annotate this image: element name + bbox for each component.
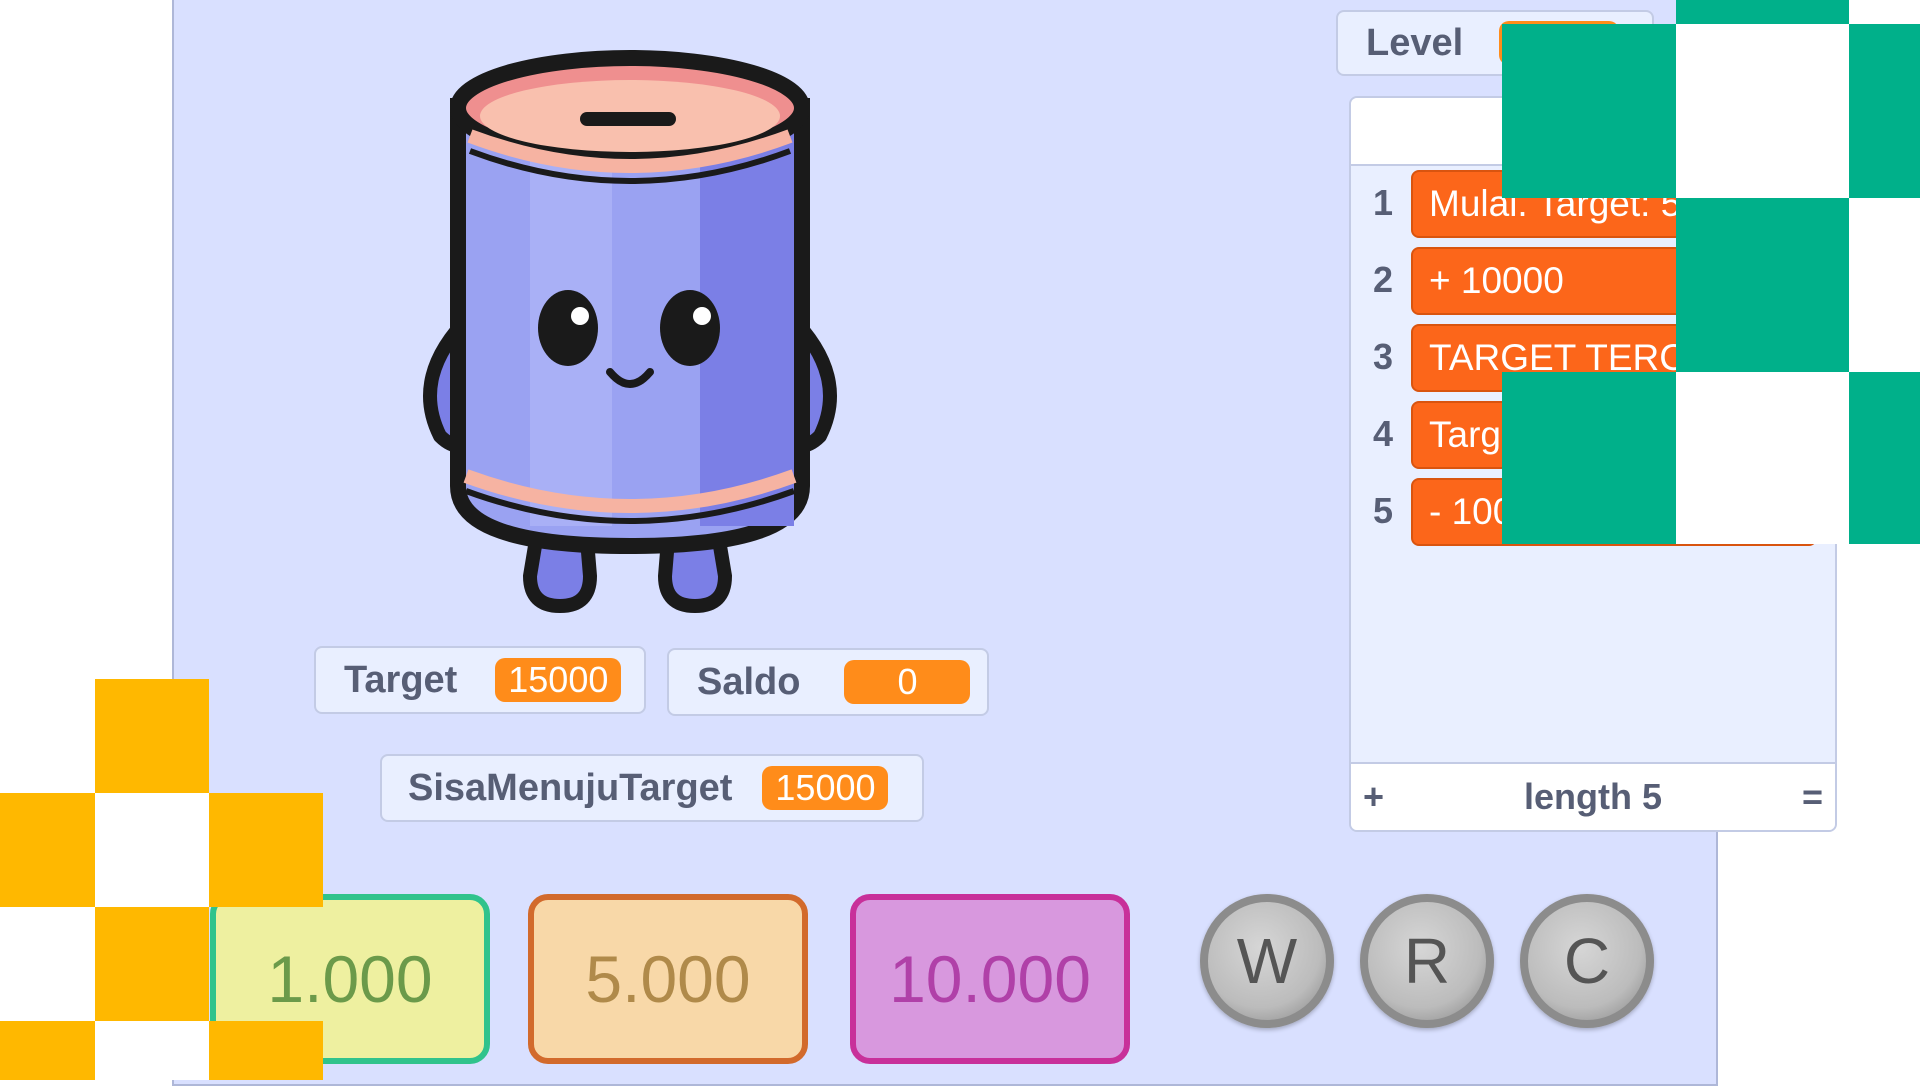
list-item-index: 1 bbox=[1372, 182, 1394, 223]
list-item[interactable]: 4 Target baru: 15 bbox=[1351, 399, 1835, 469]
level-value bbox=[1499, 21, 1620, 65]
w-button-label: W bbox=[1236, 925, 1298, 997]
piggy-bank-sprite[interactable] bbox=[400, 36, 860, 616]
level-monitor[interactable]: Level bbox=[1336, 10, 1654, 76]
saldo-monitor[interactable]: Saldo 0 bbox=[667, 648, 989, 716]
list-item-index: 2 bbox=[1372, 259, 1394, 300]
list-item-value[interactable]: TARGET TERCAP... bbox=[1411, 324, 1817, 392]
level-label: Level bbox=[1366, 21, 1464, 64]
target-monitor[interactable]: Target 15000 bbox=[314, 646, 646, 714]
stage: Level Target 15000 Saldo 0 SisaMenujuTar… bbox=[172, 0, 1837, 1086]
sisa-value: 15000 bbox=[762, 766, 889, 810]
r-button-label: R bbox=[1403, 925, 1451, 997]
list-item-value[interactable]: - 10000 bbox=[1411, 478, 1817, 546]
sisa-label: SisaMenujuTarget bbox=[408, 766, 733, 809]
coin-5000-label: 5.000 bbox=[585, 942, 751, 1016]
list-item-index: 3 bbox=[1372, 336, 1394, 377]
coin-1000-button[interactable]: 1.000 bbox=[210, 894, 490, 1064]
coin-10000-label: 10.000 bbox=[889, 942, 1091, 1016]
target-value: 15000 bbox=[495, 658, 622, 702]
target-label: Target bbox=[344, 658, 458, 701]
coin-1000-label: 1.000 bbox=[267, 942, 433, 1016]
list-item[interactable]: 3 TARGET TERCAP... bbox=[1351, 322, 1835, 392]
coin-5000-button[interactable]: 5.000 bbox=[528, 894, 808, 1064]
sisa-monitor[interactable]: SisaMenujuTarget 15000 bbox=[380, 754, 924, 822]
list-item-value[interactable]: + 10000 bbox=[1411, 247, 1817, 315]
list-item-value[interactable]: Mulai. Target: 5000 bbox=[1411, 170, 1817, 238]
list-item-index: 5 bbox=[1372, 490, 1394, 531]
history-list[interactable]: Riwayat 1 Mulai. Target: 5000 2 + 10000 … bbox=[1349, 96, 1837, 832]
list-item[interactable]: 1 Mulai. Target: 5000 bbox=[1351, 168, 1835, 238]
list-item-index: 4 bbox=[1372, 413, 1394, 454]
list-length-label: length 5 bbox=[1523, 776, 1662, 817]
w-button[interactable]: W bbox=[1200, 894, 1334, 1028]
history-list-title: Riwayat bbox=[1351, 98, 1835, 166]
saldo-label: Saldo bbox=[697, 660, 801, 703]
list-footer: + length 5 = bbox=[1351, 762, 1835, 830]
c-button-label: C bbox=[1563, 925, 1611, 997]
r-button[interactable]: R bbox=[1360, 894, 1494, 1028]
list-item[interactable]: 2 + 10000 bbox=[1351, 245, 1835, 315]
c-button[interactable]: C bbox=[1520, 894, 1654, 1028]
resize-handle[interactable]: = bbox=[1802, 776, 1823, 818]
saldo-value: 0 bbox=[844, 660, 971, 704]
list-item[interactable]: 5 - 10000 bbox=[1351, 476, 1835, 546]
list-item-value[interactable]: Target baru: 15 bbox=[1411, 401, 1817, 469]
coin-10000-button[interactable]: 10.000 bbox=[850, 894, 1130, 1064]
